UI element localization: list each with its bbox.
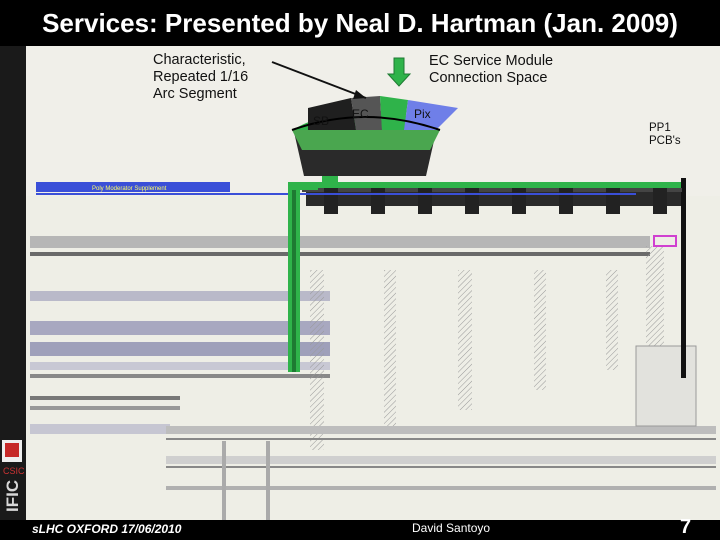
characteristic-label: Characteristic, Repeated 1/16 Arc Segmen…	[153, 52, 249, 102]
characteristic-arrow	[271, 61, 367, 99]
services-diagram: Poly Moderator Supplement SB EC Pix	[26, 57, 720, 520]
ific-label: IFIC	[3, 479, 22, 512]
ec-service-label: EC Service Module Connection Space	[429, 53, 554, 86]
footer-event: sLHC OXFORD 17/06/2010	[32, 522, 182, 536]
pp1-label: PP1 PCB's	[649, 122, 681, 147]
ec-service-arrow	[386, 57, 412, 87]
slide-title: Services: Presented by Neal D. Hartman (…	[0, 0, 720, 46]
page-number: 7	[680, 516, 692, 538]
poly-moderator-label: Poly Moderator Supplement	[92, 186, 167, 192]
footer-author: David Santoyo	[412, 521, 491, 535]
csic-label: CSIC	[3, 466, 25, 476]
pp1-pcb-rail	[681, 178, 686, 378]
pix-label: Pix	[414, 107, 431, 121]
arc-segment	[291, 96, 458, 182]
diagram-panel: Poly Moderator Supplement SB EC Pix Char…	[26, 46, 720, 520]
ec-label: EC	[352, 107, 369, 121]
sb-label: SB	[313, 114, 329, 128]
